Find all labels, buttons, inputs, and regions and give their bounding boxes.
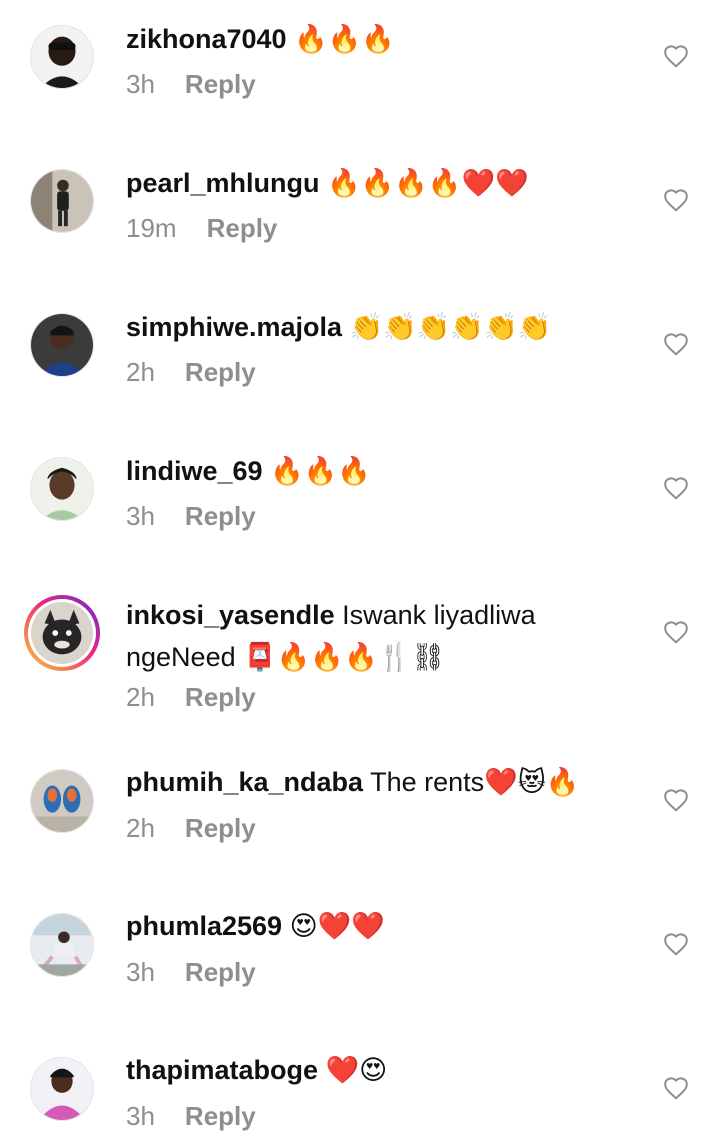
comment-body: 👏👏👏👏👏👏 (342, 312, 552, 342)
avatar-image (31, 458, 93, 520)
comment-body: 🔥🔥🔥 (262, 456, 371, 486)
comment-meta: 3h Reply (126, 955, 256, 989)
reply-button[interactable]: Reply (207, 213, 278, 243)
avatar[interactable] (30, 913, 94, 977)
comment-time: 2h (126, 682, 155, 712)
comment-text: pearl_mhlungu 🔥🔥🔥🔥❤️❤️ (126, 162, 586, 204)
heart-icon[interactable] (663, 332, 689, 356)
comment-text: lindiwe_69 🔥🔥🔥 (126, 450, 586, 492)
heart-icon[interactable] (663, 44, 689, 68)
comment-text: phumla2569 😍❤️❤️ (126, 905, 586, 947)
comment-body: The rents❤️😻🔥 (363, 767, 580, 797)
reply-button[interactable]: Reply (185, 501, 256, 531)
comment-username[interactable]: lindiwe_69 (126, 456, 263, 486)
comment-time: 2h (126, 357, 155, 387)
comment-time: 2h (126, 813, 155, 843)
avatar-image (31, 770, 93, 832)
reply-button[interactable]: Reply (185, 69, 256, 99)
comment-meta: 19m Reply (126, 211, 277, 245)
heart-icon[interactable] (663, 188, 689, 212)
comment-time: 3h (126, 501, 155, 531)
heart-icon[interactable] (663, 788, 689, 812)
comment-meta: 3h Reply (126, 67, 256, 101)
avatar[interactable] (30, 457, 94, 521)
avatar-image (31, 602, 93, 664)
comment-meta: 2h Reply (126, 811, 256, 845)
heart-icon[interactable] (663, 1076, 689, 1100)
heart-icon[interactable] (663, 932, 689, 956)
comment-text: phumih_ka_ndaba The rents❤️😻🔥 (126, 761, 586, 803)
avatar[interactable] (24, 595, 100, 671)
comment-username[interactable]: zikhona7040 (126, 24, 287, 54)
comment-username[interactable]: phumla2569 (126, 911, 282, 941)
comment-body: 😍❤️❤️ (282, 911, 385, 941)
avatar-image (31, 314, 93, 376)
comment-body: 🔥🔥🔥🔥❤️❤️ (319, 168, 529, 198)
comment-body: ❤️😍 (318, 1055, 388, 1085)
comment-time: 3h (126, 957, 155, 987)
reply-button[interactable]: Reply (185, 1101, 256, 1131)
comment-username[interactable]: inkosi_yasendle (126, 600, 335, 630)
avatar-image (31, 914, 93, 976)
comment-time: 3h (126, 69, 155, 99)
heart-icon[interactable] (663, 620, 689, 644)
comment-text: thapimataboge ❤️😍 (126, 1049, 586, 1091)
comment-text: simphiwe.majola 👏👏👏👏👏👏 (126, 306, 586, 348)
avatar-image (31, 1058, 93, 1120)
comment-text: zikhona7040 🔥🔥🔥 (126, 18, 586, 60)
avatar-image (31, 170, 93, 232)
comment-username[interactable]: thapimataboge (126, 1055, 318, 1085)
avatar[interactable] (30, 769, 94, 833)
avatar[interactable] (30, 169, 94, 233)
avatar[interactable] (30, 25, 94, 89)
reply-button[interactable]: Reply (185, 357, 256, 387)
reply-button[interactable]: Reply (185, 813, 256, 843)
avatar[interactable] (30, 313, 94, 377)
comment-time: 19m (126, 213, 177, 243)
avatar[interactable] (30, 1057, 94, 1121)
comment-body: 🔥🔥🔥 (286, 24, 395, 54)
reply-button[interactable]: Reply (185, 682, 256, 712)
comment-meta: 2h Reply (126, 355, 256, 389)
comment-meta: 3h Reply (126, 499, 256, 533)
comment-text: inkosi_yasendle Iswank liyadliwa ngeNeed… (126, 594, 586, 678)
comment-username[interactable]: phumih_ka_ndaba (126, 767, 363, 797)
reply-button[interactable]: Reply (185, 957, 256, 987)
comment-meta: 3h Reply (126, 1099, 256, 1133)
comment-username[interactable]: simphiwe.majola (126, 312, 342, 342)
comment-meta: 2h Reply (126, 680, 256, 714)
heart-icon[interactable] (663, 476, 689, 500)
comment-time: 3h (126, 1101, 155, 1131)
story-ring (28, 599, 96, 667)
avatar-image (31, 26, 93, 88)
comment-username[interactable]: pearl_mhlungu (126, 168, 320, 198)
